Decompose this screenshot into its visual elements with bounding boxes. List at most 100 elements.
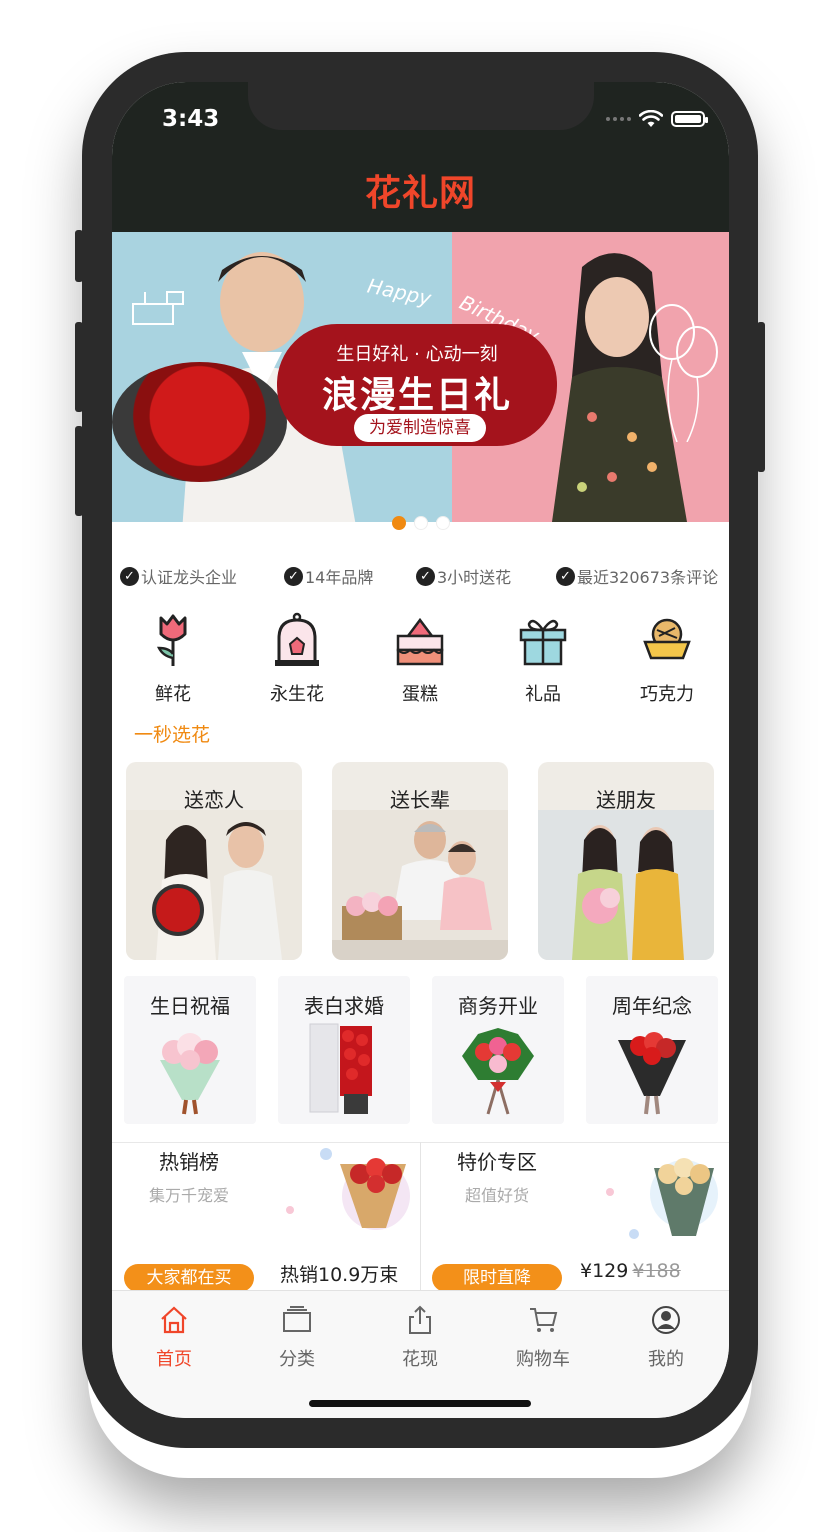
special-offer-subtitle: 超值好货: [464, 1186, 529, 1205]
carousel-dots[interactable]: [112, 516, 729, 530]
occasion-photo-elders: [332, 810, 508, 960]
trust-badges: ✓ 认证龙头企业 ✓ 14年品牌 ✓ 3小时送花 ✓ 最近320673条评论: [112, 564, 729, 590]
trust-text: 3小时送花: [437, 568, 512, 587]
tab-home[interactable]: 首页: [124, 1305, 224, 1371]
special-offer-pill[interactable]: 限时直降: [432, 1264, 562, 1292]
banner-rose-bouquet: [112, 362, 287, 482]
purpose-card-birthday[interactable]: 生日祝福: [124, 976, 256, 1124]
purpose-label: 周年纪念: [612, 994, 692, 1018]
hot-list-pill[interactable]: 大家都在买: [124, 1264, 254, 1292]
battery-icon: [671, 111, 708, 127]
volume-up-button: [75, 322, 83, 412]
purpose-flower-stand: [462, 1028, 534, 1115]
volume-down-button: [75, 426, 83, 516]
trust-item: ✓ 3小时送花: [416, 564, 511, 588]
power-button: [757, 322, 765, 472]
tab-cart[interactable]: 购物车: [493, 1305, 593, 1371]
device-notch: [248, 82, 594, 130]
tab-label: 购物车: [516, 1349, 570, 1370]
category-icon: [283, 1306, 311, 1332]
bottom-tab-bar: 首页 分类 花现 购物车 我的: [112, 1290, 729, 1418]
home-indicator[interactable]: [309, 1400, 531, 1407]
category-label: 巧克力: [640, 684, 694, 705]
purpose-card-anniversary[interactable]: 周年纪念: [586, 976, 718, 1124]
purpose-black-wrap-roses: [618, 1032, 686, 1115]
share-icon: [409, 1305, 431, 1334]
check-icon: ✓: [284, 566, 303, 586]
category-flowers[interactable]: 鲜花: [118, 612, 228, 706]
purpose-label: 生日祝福: [150, 994, 230, 1018]
check-icon: ✓: [416, 566, 435, 586]
purpose-bouquet-pink: [160, 1033, 220, 1115]
status-icons: [606, 108, 708, 130]
bouquet-champagne-image: [606, 1158, 718, 1239]
home-icon: [161, 1306, 187, 1334]
check-icon: ✓: [120, 566, 139, 586]
occasion-card-lover[interactable]: 送恋人: [126, 762, 302, 960]
price-current: ¥129: [580, 1260, 629, 1282]
occasion-photo-couple: [126, 810, 302, 960]
check-icon: ✓: [556, 566, 575, 586]
special-offer-product-image[interactable]: [574, 1144, 728, 1256]
banner-subtitle: 生日好礼 · 心动一刻: [336, 344, 498, 365]
price-original: ¥188: [632, 1260, 681, 1282]
tab-category[interactable]: 分类: [247, 1305, 347, 1371]
category-label: 永生花: [270, 684, 324, 705]
app-screen: 3:43 花礼网 Happy Birthday 生日好礼 · 心动一刻 浪漫生日…: [112, 82, 729, 1418]
wifi-icon: [639, 110, 663, 127]
category-row: 鲜花 永生花 蛋糕 礼品 巧克力: [112, 612, 729, 705]
mute-switch: [75, 230, 83, 282]
trust-text: 认证龙头企业: [141, 568, 238, 587]
occasion-label: 送恋人: [184, 788, 244, 812]
tab-label: 首页: [156, 1349, 192, 1370]
banner-pill: 为爱制造惊喜: [354, 414, 486, 442]
purpose-rose-box: [309, 1023, 372, 1114]
category-gifts[interactable]: 礼品: [488, 612, 598, 706]
bouquet-red-image: [286, 1148, 410, 1230]
category-label: 蛋糕: [402, 684, 438, 705]
hot-list-subtitle: 集万千宠爱: [148, 1186, 229, 1205]
trust-text: 最近320673条评论: [577, 568, 719, 587]
app-header: 3:43 花礼网: [112, 82, 729, 232]
quick-pick-label: 一秒选花: [134, 724, 211, 746]
glass-dome-flower-icon: [275, 612, 319, 666]
special-offer-title[interactable]: 特价专区: [420, 1146, 574, 1175]
occasion-photo-friends: [538, 810, 714, 960]
hot-list-title[interactable]: 热销榜: [112, 1146, 266, 1175]
cake-doodle-icon: [132, 291, 184, 325]
trust-item: ✓ 认证龙头企业: [120, 564, 237, 588]
occasion-label: 送朋友: [596, 788, 656, 812]
purpose-label: 表白求婚: [304, 994, 384, 1018]
category-cake[interactable]: 蛋糕: [365, 612, 475, 706]
tab-discover[interactable]: 花现: [370, 1305, 470, 1371]
occasion-card-elders[interactable]: 送长辈: [332, 762, 508, 960]
profile-icon: [652, 1306, 680, 1334]
carousel-dot-3[interactable]: [435, 516, 450, 530]
tab-label: 分类: [279, 1349, 315, 1370]
promo-banner[interactable]: Happy Birthday 生日好礼 · 心动一刻 浪漫生日礼 为爱制造惊喜: [112, 232, 729, 522]
chocolate-icon: [643, 618, 691, 660]
trust-item: ✓ 14年品牌: [284, 564, 373, 588]
special-offer-price: ¥129 ¥188: [580, 1260, 681, 1282]
occasion-card-friends[interactable]: 送朋友: [538, 762, 714, 960]
tab-profile[interactable]: 我的: [616, 1305, 716, 1371]
tab-label: 花现: [402, 1349, 438, 1370]
purpose-label: 商务开业: [458, 994, 538, 1018]
trust-text: 14年品牌: [305, 568, 374, 587]
category-label: 鲜花: [155, 684, 191, 705]
category-chocolate[interactable]: 巧克力: [612, 612, 722, 706]
hot-list-caption: 热销10.9万束: [280, 1264, 399, 1286]
carousel-dot-1[interactable]: [391, 516, 406, 530]
category-label: 礼品: [525, 684, 561, 705]
purpose-card-proposal[interactable]: 表白求婚: [278, 976, 410, 1124]
tab-label: 我的: [648, 1349, 684, 1370]
purpose-card-business[interactable]: 商务开业: [432, 976, 564, 1124]
banner-title: 浪漫生日礼: [321, 375, 512, 416]
status-time: 3:43: [162, 106, 220, 132]
signal-icon: [606, 117, 631, 121]
carousel-dot-2[interactable]: [413, 516, 428, 530]
occasion-label: 送长辈: [390, 788, 450, 812]
category-preserved-flowers[interactable]: 永生花: [242, 612, 352, 706]
cart-icon: [530, 1308, 558, 1332]
hot-list-product-image[interactable]: [266, 1144, 420, 1256]
